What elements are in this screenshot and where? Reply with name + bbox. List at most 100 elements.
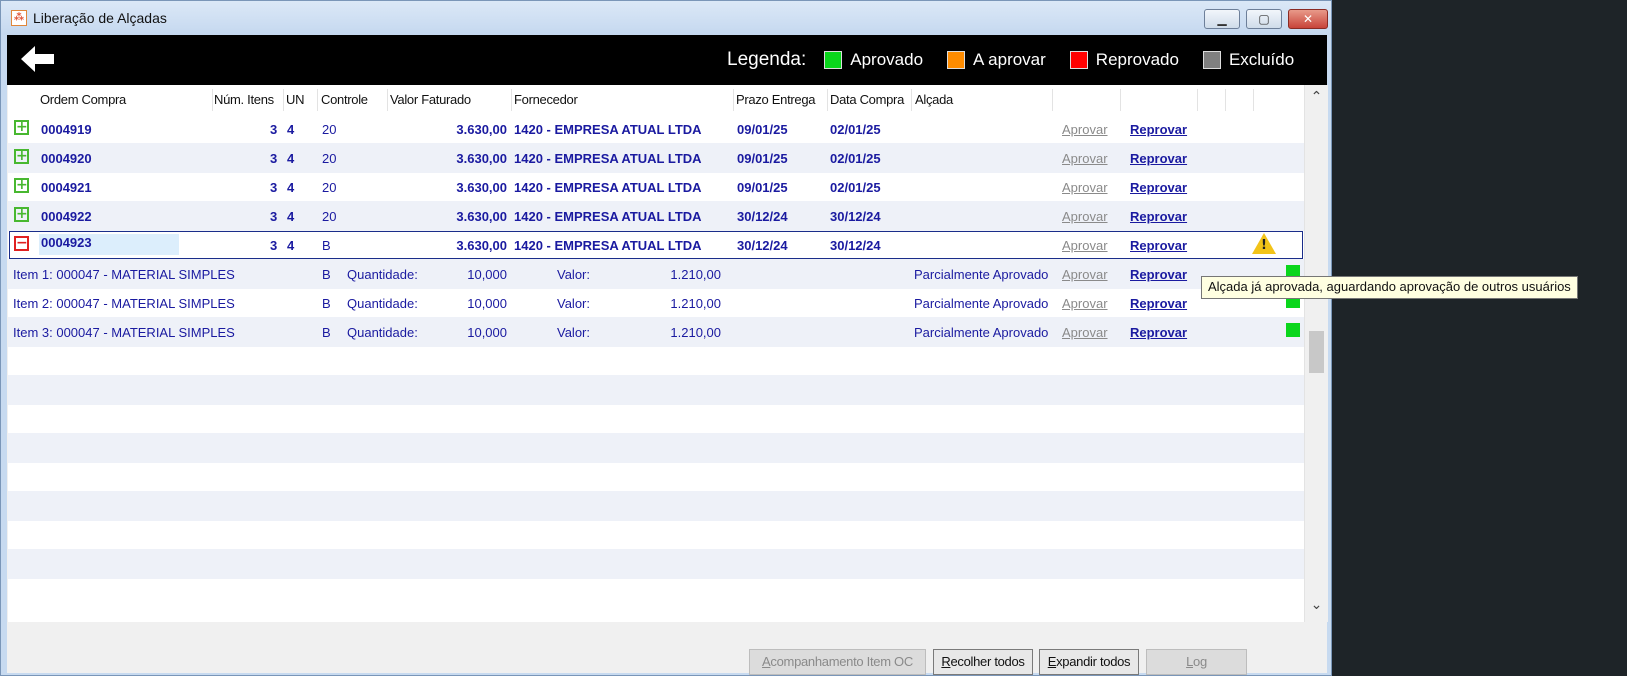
close-button[interactable]: ✕ xyxy=(1288,9,1328,29)
window: ⁂ Liberação de Alçadas ▁ ▢ ✕ Legenda: Ap… xyxy=(0,0,1332,676)
order-number[interactable]: 0004923 xyxy=(41,235,92,250)
item-row[interactable]: Item 1: 000047 - MATERIAL SIMPLES B Quan… xyxy=(8,259,1304,289)
data-compra: 02/01/25 xyxy=(830,122,881,137)
expand-icon[interactable]: + xyxy=(14,120,29,135)
col-data-compra[interactable]: Data Compra xyxy=(830,92,904,107)
reprovar-link[interactable]: Reprovar xyxy=(1130,151,1187,166)
top-toolbar: Legenda: Aprovado A aprovar Reprovado Ex… xyxy=(7,35,1327,85)
quantidade-label: Quantidade: xyxy=(347,296,418,311)
expand-icon[interactable]: + xyxy=(14,178,29,193)
quantidade-label: Quantidade: xyxy=(347,325,418,340)
acompanhamento-item-oc-button[interactable]: Acompanhamento Item OC xyxy=(749,649,926,675)
scrollbar-thumb[interactable] xyxy=(1309,331,1324,373)
scroll-up-icon[interactable]: ⌃ xyxy=(1305,89,1328,105)
aprovar-link[interactable]: Aprovar xyxy=(1062,296,1108,311)
order-row[interactable]: + 0004919 3 4 20 3.630,00 1420 - EMPRESA… xyxy=(8,114,1304,144)
aprovar-link[interactable]: Aprovar xyxy=(1062,180,1108,195)
reprovar-link[interactable]: Reprovar xyxy=(1130,296,1187,311)
item-controle: B xyxy=(322,267,331,282)
aprovar-link[interactable]: Aprovar xyxy=(1062,267,1108,282)
order-row[interactable]: + 0004921 3 4 20 3.630,00 1420 - EMPRESA… xyxy=(8,172,1304,202)
un: 4 xyxy=(287,209,295,224)
col-un[interactable]: UN xyxy=(286,92,304,107)
expandir-todos-button[interactable]: Expandir todos xyxy=(1039,649,1139,675)
reprovar-link[interactable]: Reprovar xyxy=(1130,122,1187,137)
valor-faturado: 3.630,00 xyxy=(456,151,507,166)
reprovar-link[interactable]: Reprovar xyxy=(1130,209,1187,224)
aprovar-link[interactable]: Aprovar xyxy=(1062,209,1108,224)
back-arrow-icon[interactable] xyxy=(17,41,57,77)
aprovar-link[interactable]: Aprovar xyxy=(1062,325,1108,340)
alcada-status: Parcialmente Aprovado xyxy=(914,296,1049,311)
col-controle[interactable]: Controle xyxy=(321,92,368,107)
item-description: Item 3: 000047 - MATERIAL SIMPLES xyxy=(13,325,235,340)
un: 4 xyxy=(287,122,295,137)
recolher-todos-button[interactable]: Recolher todos xyxy=(933,649,1033,675)
quantidade-value: 10,000 xyxy=(467,325,507,340)
scroll-down-icon[interactable]: ⌄ xyxy=(1305,597,1328,613)
maximize-button[interactable]: ▢ xyxy=(1246,9,1282,29)
legend: Legenda: Aprovado A aprovar Reprovado Ex… xyxy=(727,35,1318,85)
fornecedor: 1420 - EMPRESA ATUAL LTDA xyxy=(514,151,702,166)
content-area: Legenda: Aprovado A aprovar Reprovado Ex… xyxy=(7,35,1328,675)
order-row-selected[interactable]: − 0004923 3 4 B 3.630,00 1420 - EMPRESA … xyxy=(8,230,1304,260)
valor-label: Valor: xyxy=(557,267,590,282)
window-title: Liberação de Alçadas xyxy=(33,10,167,26)
valor-faturado: 3.630,00 xyxy=(456,180,507,195)
col-fornecedor[interactable]: Fornecedor xyxy=(514,92,578,107)
order-row[interactable]: + 0004920 3 4 20 3.630,00 1420 - EMPRESA… xyxy=(8,143,1304,173)
item-row[interactable]: Item 2: 000047 - MATERIAL SIMPLES B Quan… xyxy=(8,288,1304,318)
data-compra: 02/01/25 xyxy=(830,180,881,195)
log-button[interactable]: Log xyxy=(1146,649,1247,675)
aprovar-link[interactable]: Aprovar xyxy=(1062,122,1108,137)
alcada-status: Parcialmente Aprovado xyxy=(914,267,1049,282)
prazo-entrega: 30/12/24 xyxy=(737,238,788,253)
collapse-icon[interactable]: − xyxy=(14,236,29,251)
expand-icon[interactable]: + xyxy=(14,207,29,222)
fornecedor: 1420 - EMPRESA ATUAL LTDA xyxy=(514,180,702,195)
item-controle: B xyxy=(322,325,331,340)
col-ordem-compra[interactable]: Ordem Compra xyxy=(40,92,126,107)
controle: 20 xyxy=(322,180,337,195)
col-num-itens[interactable]: Núm. Itens xyxy=(214,92,274,107)
prazo-entrega: 30/12/24 xyxy=(737,209,788,224)
reprovar-link[interactable]: Reprovar xyxy=(1130,238,1187,253)
fornecedor: 1420 - EMPRESA ATUAL LTDA xyxy=(514,238,702,253)
order-number: 0004922 xyxy=(41,209,92,224)
orders-grid: Ordem Compra Núm. Itens UN Controle Valo… xyxy=(8,85,1304,622)
legend-label-reprovado: Reprovado xyxy=(1095,50,1179,69)
minimize-button[interactable]: ▁ xyxy=(1204,9,1240,29)
un: 4 xyxy=(287,180,295,195)
col-alcada[interactable]: Alçada xyxy=(915,92,953,107)
expand-icon[interactable]: + xyxy=(14,149,29,164)
aprovar-link[interactable]: Aprovar xyxy=(1062,238,1108,253)
order-row[interactable]: + 0004922 3 4 20 3.630,00 1420 - EMPRESA… xyxy=(8,201,1304,231)
num-itens: 3 xyxy=(270,180,278,195)
num-itens: 3 xyxy=(270,151,278,166)
quantidade-label: Quantidade: xyxy=(347,267,418,282)
reprovar-link[interactable]: Reprovar xyxy=(1130,325,1187,340)
legend-swatch-aprovado xyxy=(824,51,843,69)
reprovar-link[interactable]: Reprovar xyxy=(1130,180,1187,195)
controle: 20 xyxy=(322,209,337,224)
fornecedor: 1420 - EMPRESA ATUAL LTDA xyxy=(514,209,702,224)
valor-label: Valor: xyxy=(557,325,590,340)
empty-row xyxy=(8,520,1304,550)
valor-value: 1.210,00 xyxy=(670,325,721,340)
vertical-scrollbar[interactable]: ⌃ ⌄ xyxy=(1304,85,1328,622)
legend-label-aprovado: Aprovado xyxy=(850,50,924,69)
alcada-status: Parcialmente Aprovado xyxy=(914,325,1049,340)
col-valor-faturado[interactable]: Valor Faturado xyxy=(390,92,471,107)
empty-row xyxy=(8,549,1304,579)
footer-bar: Acompanhamento Item OC Recolher todos Ex… xyxy=(7,622,1327,675)
aprovar-link[interactable]: Aprovar xyxy=(1062,151,1108,166)
col-prazo-entrega[interactable]: Prazo Entrega xyxy=(736,92,816,107)
app-icon: ⁂ xyxy=(11,10,27,26)
tooltip: Alçada já aprovada, aguardando aprovação… xyxy=(1201,276,1578,299)
reprovar-link[interactable]: Reprovar xyxy=(1130,267,1187,282)
legend-label-excluido: Excluído xyxy=(1228,50,1295,69)
item-row[interactable]: Item 3: 000047 - MATERIAL SIMPLES B Quan… xyxy=(8,317,1304,347)
num-itens: 3 xyxy=(270,209,278,224)
valor-faturado: 3.630,00 xyxy=(456,209,507,224)
empty-row xyxy=(8,578,1304,608)
